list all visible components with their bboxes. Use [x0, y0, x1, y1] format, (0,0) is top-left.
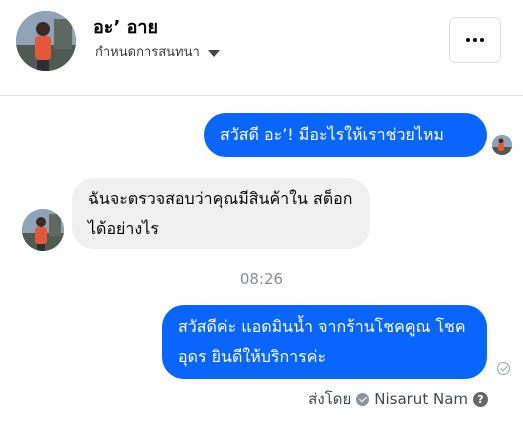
- seen-by-avatar: [492, 135, 512, 155]
- contact-message-avatar[interactable]: [22, 209, 64, 251]
- incoming-message[interactable]: ฉันจะตรวจสอบว่าคุณมีสินค้าใน สต็อกได้อย่…: [72, 178, 370, 249]
- outgoing-message[interactable]: สวัสดี อะ’! มีอะไรให้เราช่วยไหม: [204, 113, 487, 157]
- sent-check-icon: [497, 362, 510, 375]
- contact-avatar[interactable]: [16, 11, 76, 71]
- message-text: สวัสดี อะ’! มีอะไรให้เราช่วยไหม: [220, 125, 444, 144]
- contact-name: อะ’ อาย: [93, 17, 159, 38]
- message-timestamp: 08:26: [239, 270, 284, 288]
- message-text: สวัสดีค่ะ แอดมินน้ำ จากร้านโชคคูณ โชคอุด…: [178, 317, 466, 366]
- message-text: ฉันจะตรวจสอบว่าคุณมีสินค้าใน สต็อกได้อย่…: [88, 189, 353, 238]
- outgoing-message[interactable]: สวัสดีค่ะ แอดมินน้ำ จากร้านโชคคูณ โชคอุด…: [162, 305, 487, 379]
- sent-by-label: ส่งโดย: [308, 390, 352, 408]
- conversation-settings-label: กำหนดการสนทนา: [95, 45, 200, 60]
- sender-name: Nisarut Nam: [374, 390, 468, 408]
- conversation-header: อะ’ อาย กำหนดการสนทนา: [0, 0, 523, 96]
- conversation-settings-dropdown[interactable]: กำหนดการสนทนา: [95, 41, 220, 62]
- help-icon[interactable]: ?: [473, 391, 488, 407]
- sent-by-info: ส่งโดย Nisarut Nam ?: [308, 387, 488, 411]
- more-horizontal-icon: [466, 38, 470, 42]
- verified-check-icon: [356, 392, 370, 406]
- more-options-button[interactable]: [449, 17, 501, 63]
- caret-down-icon: [207, 49, 220, 57]
